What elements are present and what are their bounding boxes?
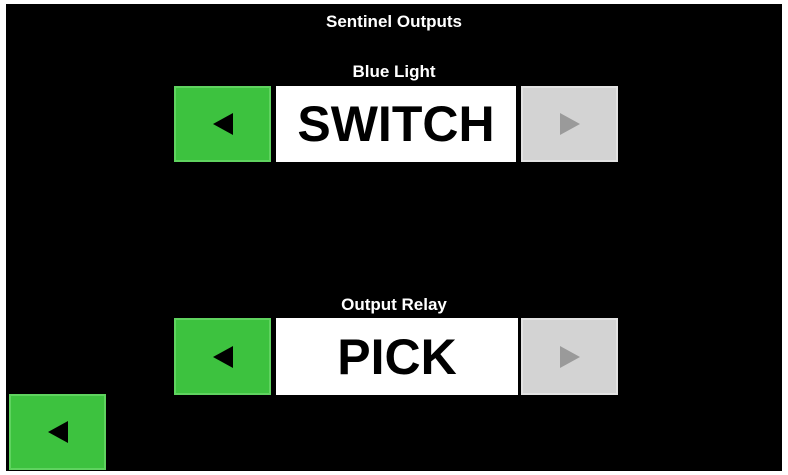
blue-light-value: SWITCH xyxy=(276,86,516,162)
page-title: Sentinel Outputs xyxy=(326,12,462,31)
output-relay-next-button[interactable] xyxy=(521,318,618,395)
blue-light-label: Blue Light xyxy=(352,62,436,81)
output-relay-prev-button[interactable] xyxy=(174,318,271,395)
triangle-right-icon xyxy=(559,345,580,368)
blue-light-next-button[interactable] xyxy=(521,86,618,162)
back-icon xyxy=(47,421,68,443)
blue-light-prev-button[interactable] xyxy=(174,86,271,162)
triangle-left-icon xyxy=(212,345,233,368)
triangle-left-icon xyxy=(212,113,233,135)
triangle-right-icon xyxy=(559,113,580,135)
back-button[interactable] xyxy=(9,394,106,470)
output-relay-value: PICK xyxy=(276,318,518,395)
output-relay-label: Output Relay xyxy=(341,295,447,314)
sentinel-outputs-screen: Sentinel Outputs Blue Light SWITCH Outpu… xyxy=(6,4,782,471)
